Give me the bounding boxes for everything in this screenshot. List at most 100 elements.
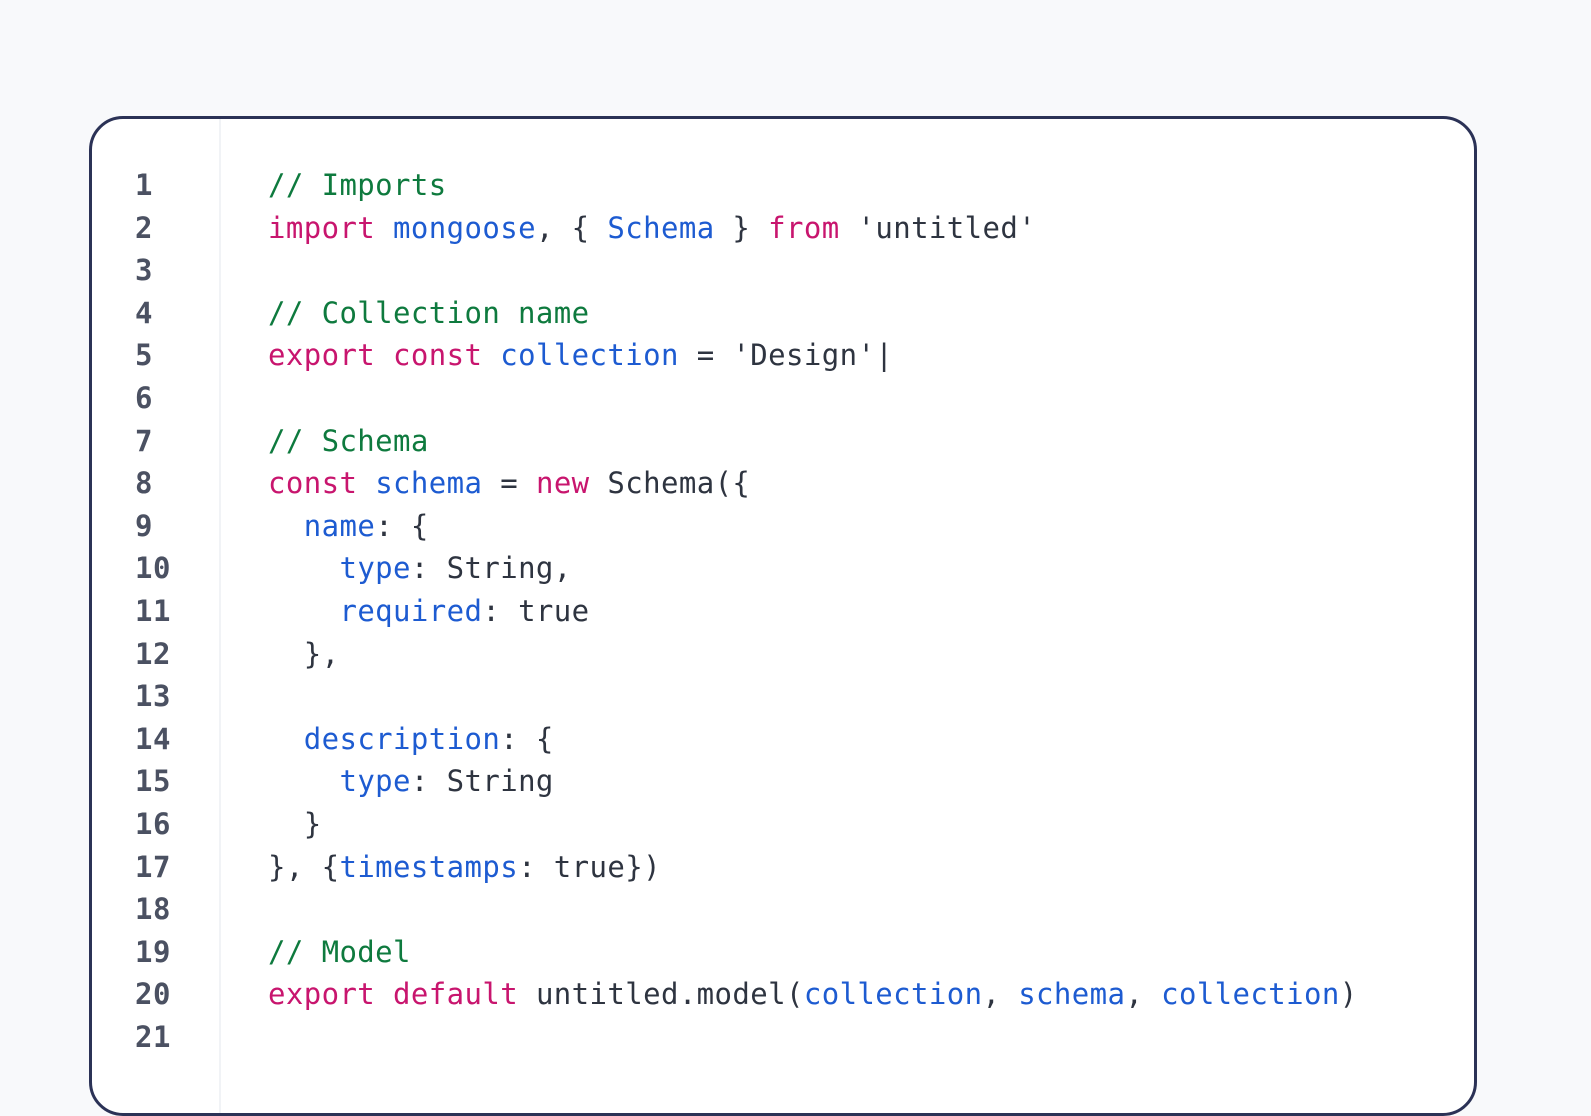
line-number: 14 bbox=[135, 721, 171, 756]
code-text: }, { bbox=[268, 849, 340, 884]
code-line[interactable]: import mongoose, { Schema } from 'untitl… bbox=[268, 207, 1454, 250]
line-number: 19 bbox=[135, 934, 171, 969]
code-text: untitled.model( bbox=[518, 977, 804, 1012]
code-editor[interactable]: 1 2 3 4 5 6 7 8 9 10 11 12 13 14 15 16 17 18 19 20 21 // Imp… bbox=[89, 116, 1477, 1116]
code-keyword: new bbox=[535, 466, 590, 501]
code-line[interactable]: // Schema bbox=[268, 420, 1454, 463]
code-keyword: import bbox=[268, 210, 376, 245]
code-line[interactable]: export const collection = 'Design'| bbox=[268, 334, 1454, 377]
line-number: 10 bbox=[135, 551, 171, 586]
code-identifier: required bbox=[339, 593, 483, 628]
code-line[interactable]: // Collection name bbox=[268, 292, 1454, 335]
code-identifier: schema bbox=[1018, 977, 1126, 1012]
line-number-gutter: 1 2 3 4 5 6 7 8 9 10 11 12 13 14 15 16 17 18 19 20 21 bbox=[92, 119, 221, 1113]
line-number: 16 bbox=[135, 806, 171, 841]
code-comment: // Model bbox=[268, 934, 411, 969]
code-text: : true bbox=[482, 593, 590, 628]
code-identifier: collection bbox=[803, 977, 983, 1012]
code-comment: // Schema bbox=[268, 423, 429, 458]
code-line[interactable]: type: String bbox=[268, 760, 1454, 803]
code-line[interactable]: }, bbox=[268, 633, 1454, 676]
code-identifier: type bbox=[339, 551, 411, 586]
line-number: 21 bbox=[135, 1019, 171, 1054]
code-identifier: timestamps bbox=[339, 849, 519, 884]
line-number: 4 bbox=[135, 295, 153, 330]
line-number: 2 bbox=[135, 210, 153, 245]
code-identifier: collection bbox=[500, 338, 679, 373]
code-line[interactable]: required: true bbox=[268, 590, 1454, 633]
code-line[interactable]: description: { bbox=[268, 718, 1454, 761]
line-number: 7 bbox=[135, 423, 153, 458]
line-number: 9 bbox=[135, 508, 153, 543]
code-comment: // Imports bbox=[268, 168, 447, 202]
line-number: 18 bbox=[135, 892, 171, 927]
line-numbers: 1 2 3 4 5 6 7 8 9 10 11 12 13 14 15 16 17 18 19 20 21 bbox=[135, 164, 171, 1058]
code-text: }, bbox=[268, 636, 340, 671]
code-line[interactable] bbox=[268, 888, 1454, 931]
text-caret: | bbox=[875, 338, 894, 373]
line-number: 5 bbox=[135, 338, 153, 373]
line-number: 15 bbox=[135, 764, 171, 799]
code-keyword: export bbox=[268, 338, 376, 373]
code-line[interactable]: // Model bbox=[268, 931, 1454, 974]
line-number: 13 bbox=[135, 679, 171, 714]
code-identifier: collection bbox=[1161, 977, 1340, 1012]
code-keyword: export bbox=[268, 977, 376, 1012]
code-line[interactable]: const schema = new Schema({ bbox=[268, 462, 1454, 505]
line-number: 20 bbox=[135, 977, 171, 1012]
code-identifier: type bbox=[339, 764, 411, 799]
code-string: 'Design' bbox=[732, 338, 876, 373]
code-text: ) bbox=[1339, 977, 1358, 1012]
code-text: : String bbox=[410, 764, 554, 799]
code-line[interactable] bbox=[268, 1016, 1454, 1059]
code-text: : { bbox=[375, 508, 429, 543]
line-number: 8 bbox=[135, 466, 153, 501]
code-string: 'untitled' bbox=[857, 210, 1037, 245]
code-identifier: mongoose bbox=[393, 210, 536, 245]
code-identifier: name bbox=[303, 508, 376, 543]
code-comment: // Collection name bbox=[268, 295, 590, 330]
code-text: Schema({ bbox=[589, 466, 751, 501]
code-text: : { bbox=[500, 721, 554, 756]
code-line[interactable]: export default untitled.model(collection… bbox=[268, 973, 1454, 1016]
code-line[interactable] bbox=[268, 675, 1454, 718]
code-keyword: const bbox=[393, 338, 483, 373]
code-text: , bbox=[1125, 977, 1162, 1012]
code-identifier: description bbox=[303, 721, 501, 756]
code-line[interactable]: } bbox=[268, 803, 1454, 846]
code-area[interactable]: // Imports import mongoose, { Schema } fr… bbox=[268, 164, 1454, 1058]
code-line[interactable]: }, {timestamps: true}) bbox=[268, 846, 1454, 889]
code-line[interactable]: name: { bbox=[268, 505, 1454, 548]
code-line[interactable] bbox=[268, 377, 1454, 420]
code-line[interactable]: type: String, bbox=[268, 547, 1454, 590]
line-number: 6 bbox=[135, 380, 153, 415]
code-text: = bbox=[678, 338, 733, 373]
code-text: } bbox=[268, 806, 322, 841]
code-text: , bbox=[982, 977, 1019, 1012]
code-keyword: from bbox=[768, 210, 840, 245]
line-number: 1 bbox=[135, 168, 153, 202]
code-line[interactable] bbox=[268, 249, 1454, 292]
line-number: 12 bbox=[135, 636, 171, 671]
code-keyword: default bbox=[393, 977, 519, 1012]
code-text: = bbox=[482, 466, 536, 501]
line-number: 11 bbox=[135, 593, 171, 628]
code-text: , { bbox=[535, 210, 608, 245]
code-identifier: Schema bbox=[607, 210, 715, 245]
line-number: 17 bbox=[135, 849, 171, 884]
code-line[interactable]: // Imports bbox=[268, 164, 1454, 207]
code-identifier: schema bbox=[375, 466, 483, 501]
code-keyword: const bbox=[268, 466, 358, 501]
code-text: : true}) bbox=[518, 849, 661, 884]
